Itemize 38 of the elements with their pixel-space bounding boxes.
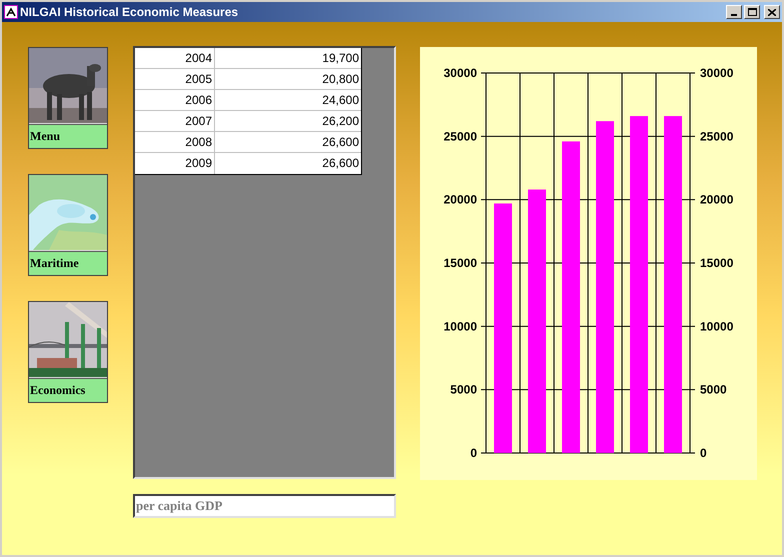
table-cell: 2007 xyxy=(135,111,215,131)
table-cell: 2005 xyxy=(135,69,215,89)
app-icon xyxy=(4,5,18,19)
nav-tile[interactable]: Menu xyxy=(28,47,108,149)
axis-label: 10000 xyxy=(700,319,734,334)
table-cell-text: 26,600 xyxy=(321,155,360,172)
window-title: NILGAI Historical Economic Measures xyxy=(20,4,238,21)
maximize-button[interactable] xyxy=(744,5,760,19)
maximize-icon xyxy=(748,8,756,16)
table-cell-text: 20,800 xyxy=(321,71,360,88)
axis-label: 15000 xyxy=(444,256,477,270)
axis-label: 5000 xyxy=(450,382,477,397)
table-cell-text: 26,600 xyxy=(321,134,360,151)
axis-label: 30000 xyxy=(444,66,477,80)
axis-label: 20000 xyxy=(700,192,734,207)
nav-tile[interactable]: Economics xyxy=(28,301,108,403)
nav-tile[interactable]: Maritime xyxy=(28,174,108,276)
axis-label: 5000 xyxy=(700,382,727,397)
minimize-button[interactable] xyxy=(726,5,742,19)
close-icon xyxy=(768,8,776,16)
close-button[interactable] xyxy=(764,5,780,19)
axis-label: 10000 xyxy=(444,319,477,334)
axis-label: 0 xyxy=(700,446,707,460)
axis-label: 0 xyxy=(470,446,477,460)
table-cell: 2009 xyxy=(135,153,215,174)
table-cell-text: 26,200 xyxy=(321,113,360,130)
table-cell-text: 19,700 xyxy=(321,50,360,67)
table-cell: 2008 xyxy=(135,132,215,152)
table-cell-text: 24,600 xyxy=(321,92,360,109)
axis-label: 25000 xyxy=(444,129,477,144)
axis-label: 30000 xyxy=(700,66,734,80)
axis-label: 25000 xyxy=(700,129,734,144)
text-field[interactable]: per capita GDP xyxy=(133,494,396,518)
minimize-icon xyxy=(731,14,737,16)
axis-label: 20000 xyxy=(444,192,477,207)
table-cell: 2006 xyxy=(135,90,215,110)
table-cell: 2004 xyxy=(135,48,215,68)
axis-label: 15000 xyxy=(700,256,734,270)
